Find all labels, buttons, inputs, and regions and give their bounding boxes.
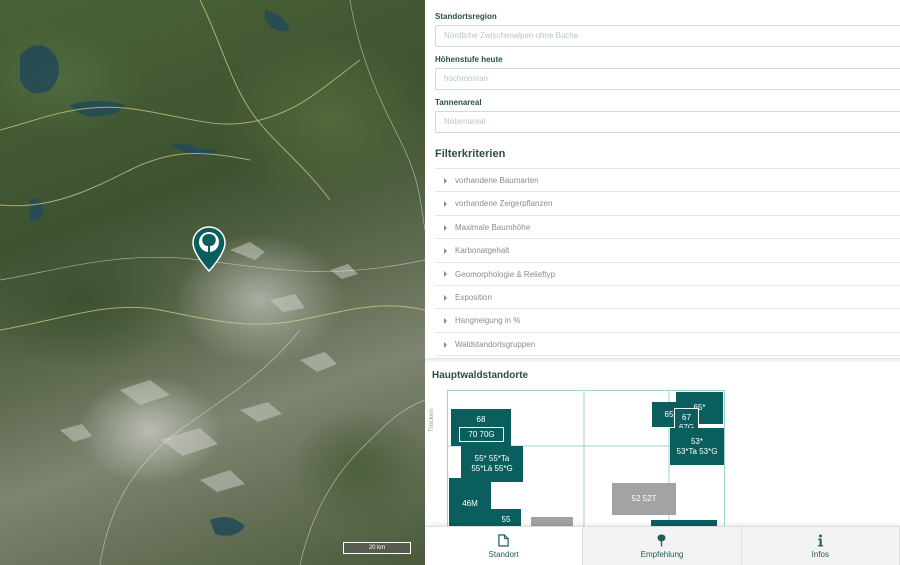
document-icon bbox=[498, 533, 509, 547]
box-52-52t[interactable]: 52 52T bbox=[612, 483, 676, 515]
section-divider bbox=[425, 358, 900, 363]
filter-item-max-tree-height[interactable]: Maximale Baumhöhe bbox=[435, 216, 900, 240]
caret-right-icon bbox=[444, 318, 447, 325]
satellite-map[interactable]: 20 km bbox=[0, 0, 425, 565]
caret-right-icon bbox=[444, 177, 447, 184]
box-70-70g[interactable]: 70 70G bbox=[459, 427, 504, 442]
tree-pin-icon[interactable] bbox=[192, 226, 226, 272]
caret-right-icon bbox=[444, 224, 447, 231]
map-scale-bar: 20 km bbox=[343, 542, 411, 554]
box-53-group[interactable]: 53* 53*Ta 53*G bbox=[670, 428, 724, 465]
tab-empfehlung[interactable]: Empfehlung bbox=[583, 527, 742, 565]
tab-infos[interactable]: Infos bbox=[742, 527, 900, 565]
filter-item-forest-groups[interactable]: Waldstandortsgruppen bbox=[435, 333, 900, 357]
caret-right-icon bbox=[444, 341, 447, 348]
bottom-navigation: Standort Empfehlung Infos bbox=[425, 526, 900, 565]
filter-item-tree-species[interactable]: vorhandene Baumarten bbox=[435, 169, 900, 193]
info-icon bbox=[818, 533, 823, 546]
box-55-group[interactable]: 55* 55*Ta 55*Lä 55*G bbox=[461, 446, 523, 482]
axis-label-dry: Trocken bbox=[428, 408, 435, 432]
filter-item-carbonate[interactable]: Karbonatgehalt bbox=[435, 239, 900, 263]
map-overlay bbox=[0, 0, 425, 565]
caret-right-icon bbox=[444, 201, 447, 208]
hauptwald-title: Hauptwaldstandorte bbox=[432, 370, 529, 381]
region-label: Standortsregion bbox=[435, 12, 497, 21]
filter-section-title: Filterkriterien bbox=[435, 148, 506, 160]
altitude-select[interactable]: hochmontan bbox=[435, 68, 900, 90]
side-panel: Standortsregion Nördliche Zwischenalpen … bbox=[425, 0, 900, 565]
caret-right-icon bbox=[444, 294, 447, 301]
caret-right-icon bbox=[444, 248, 447, 255]
fir-area-select[interactable]: Nebenareal bbox=[435, 111, 900, 133]
filter-item-slope[interactable]: Hangneigung in % bbox=[435, 309, 900, 333]
filter-item-exposition[interactable]: Exposition bbox=[435, 286, 900, 310]
caret-right-icon bbox=[444, 271, 447, 278]
fir-area-label: Tannenareal bbox=[435, 98, 482, 107]
tree-icon bbox=[658, 534, 666, 546]
app-root: 20 km Standortsregion Nördliche Zwischen… bbox=[0, 0, 900, 565]
region-select[interactable]: Nördliche Zwischenalpen ohne Buche bbox=[435, 25, 900, 47]
tab-standort[interactable]: Standort bbox=[425, 527, 584, 565]
ecogram-grid: 68 70 70G 55* 55*Ta 55*Lä 55*G 46M 55 52… bbox=[447, 390, 725, 530]
box-46m[interactable]: 46M bbox=[449, 478, 491, 530]
filter-item-geomorphology[interactable]: Geomorphologie & Relieftyp bbox=[435, 263, 900, 286]
filter-item-indicator-plants[interactable]: vorhandene Zeigerpflanzen bbox=[435, 192, 900, 216]
filter-list: vorhandene Baumarten vorhandene Zeigerpf… bbox=[435, 168, 900, 357]
altitude-label: Höhenstufe heute bbox=[435, 55, 503, 64]
